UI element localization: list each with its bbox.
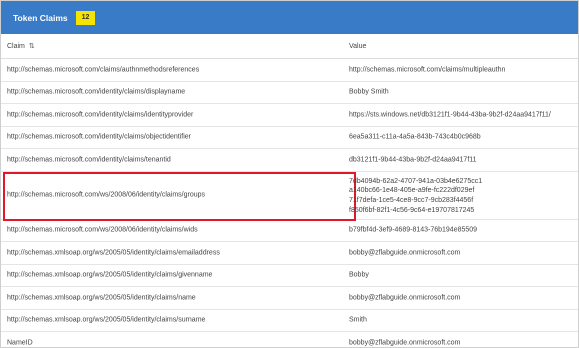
value-cell: bobby@zflabguide.onmicrosoft.com bbox=[349, 294, 461, 302]
value-cell: https://sts.windows.net/db3121f1-9b44-43… bbox=[349, 111, 551, 119]
group-id: a140bc66-1e48-405e-a9fe-fc222df029ef bbox=[349, 187, 475, 195]
table-row: http://schemas.microsoft.com/identity/cl… bbox=[1, 104, 578, 127]
table-row: http://schemas.microsoft.com/identity/cl… bbox=[1, 127, 578, 149]
claim-cell: NameID bbox=[7, 339, 33, 347]
claim-column-header[interactable]: Claim ⇅ bbox=[7, 42, 35, 50]
value-cell-multiline: 7db4094b-62a2-4707-941a-03b4e6275cc1 a14… bbox=[349, 177, 482, 216]
claim-cell: http://schemas.microsoft.com/identity/cl… bbox=[7, 88, 186, 96]
value-cell: b79fbf4d-3ef9-4689-8143-76b194e85509 bbox=[349, 226, 478, 234]
claim-cell: http://schemas.microsoft.com/ws/2008/06/… bbox=[7, 191, 206, 199]
claim-cell: http://schemas.microsoft.com/claims/auth… bbox=[7, 66, 200, 74]
claim-column-label: Claim bbox=[7, 43, 25, 50]
claim-cell: http://schemas.microsoft.com/ws/2008/06/… bbox=[7, 226, 198, 234]
claim-cell: http://schemas.microsoft.com/identity/cl… bbox=[7, 133, 192, 141]
value-cell: 6ea5a311-c11a-4a5a-843b-743c4b0c968b bbox=[349, 133, 481, 141]
table-row: http://schemas.microsoft.com/identity/cl… bbox=[1, 149, 578, 172]
table-row: http://schemas.microsoft.com/claims/auth… bbox=[1, 59, 578, 82]
value-cell: Bobby Smith bbox=[349, 88, 389, 96]
table-row: http://schemas.xmlsoap.org/ws/2005/05/id… bbox=[1, 265, 578, 287]
group-id: f850f6bf-82f1-4c56-9c64-e19707817245 bbox=[349, 206, 475, 214]
value-cell: Bobby bbox=[349, 271, 369, 279]
claim-cell: http://schemas.xmlsoap.org/ws/2005/05/id… bbox=[7, 271, 213, 279]
value-cell: Smith bbox=[349, 316, 367, 324]
sort-arrows-icon[interactable]: ⇅ bbox=[29, 43, 35, 50]
table-row: http://schemas.microsoft.com/ws/2008/06/… bbox=[1, 220, 578, 242]
claim-cell: http://schemas.xmlsoap.org/ws/2005/05/id… bbox=[7, 249, 220, 257]
group-id: 7db4094b-62a2-4707-941a-03b4e6275cc1 bbox=[349, 177, 483, 185]
value-cell: bobby@zflabguide.onmicrosoft.com bbox=[349, 339, 461, 347]
table-header: Claim ⇅ Value bbox=[1, 34, 578, 59]
group-id: 71f7defa-1ce5-4ce8-9cc7-9cb283f4456f bbox=[349, 197, 474, 205]
table-row: http://schemas.microsoft.com/identity/cl… bbox=[1, 82, 578, 104]
claim-cell: http://schemas.xmlsoap.org/ws/2005/05/id… bbox=[7, 316, 206, 324]
claims-table-body: http://schemas.microsoft.com/claims/auth… bbox=[1, 59, 578, 347]
claim-cell: http://schemas.microsoft.com/identity/cl… bbox=[7, 156, 171, 164]
claim-count-badge: 12 bbox=[75, 10, 96, 25]
table-row: http://schemas.xmlsoap.org/ws/2005/05/id… bbox=[1, 287, 578, 310]
value-cell: bobby@zflabguide.onmicrosoft.com bbox=[349, 249, 461, 257]
table-row: http://schemas.xmlsoap.org/ws/2005/05/id… bbox=[1, 310, 578, 332]
panel-title: Token Claims bbox=[13, 12, 68, 23]
table-row-groups: http://schemas.microsoft.com/ws/2008/06/… bbox=[1, 171, 578, 221]
panel-header: Token Claims 12 bbox=[1, 1, 578, 34]
table-row: http://schemas.xmlsoap.org/ws/2005/05/id… bbox=[1, 242, 578, 265]
token-claims-panel: Token Claims 12 Claim ⇅ Value http://sche… bbox=[0, 0, 579, 348]
value-cell: db3121f1-9b44-43ba-9b2f-d24aa9417f11 bbox=[349, 156, 477, 164]
value-column-header: Value bbox=[349, 42, 367, 50]
value-cell: http://schemas.microsoft.com/claims/mult… bbox=[349, 66, 506, 74]
claim-cell: http://schemas.microsoft.com/identity/cl… bbox=[7, 111, 194, 119]
table-row: NameID bobby@zflabguide.onmicrosoft.com bbox=[1, 332, 578, 347]
claim-cell: http://schemas.xmlsoap.org/ws/2005/05/id… bbox=[7, 294, 196, 302]
